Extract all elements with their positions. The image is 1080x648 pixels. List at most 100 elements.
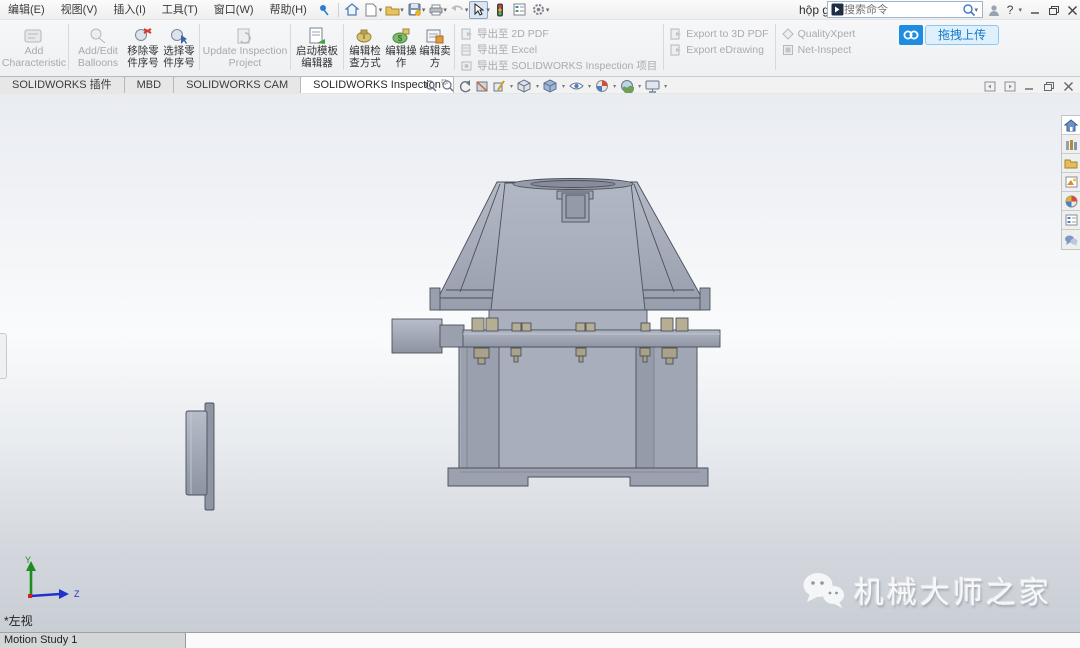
menu-tools[interactable]: 工具(T) — [154, 0, 206, 20]
menu-edit[interactable]: 编辑(E) — [0, 0, 53, 20]
edit-appearance-icon[interactable] — [595, 79, 609, 93]
gearbox-body[interactable] — [392, 179, 720, 487]
home-icon[interactable] — [343, 1, 362, 19]
doc-minimize-icon[interactable] — [1024, 81, 1035, 92]
tab-solidworks-addins[interactable]: SOLIDWORKS 插件 — [0, 76, 125, 93]
commandmanager-tab-bar: SOLIDWORKS 插件 MBD SOLIDWORKS CAM SOLIDWO… — [0, 77, 1080, 94]
chevron-down-icon[interactable]: ▾ — [613, 83, 616, 90]
menu-insert[interactable]: 插入(I) — [105, 0, 153, 20]
appearance-sphere-icon — [1065, 195, 1078, 208]
edit-operations-button[interactable]: $ 编辑操作 — [384, 23, 418, 69]
divider — [68, 24, 69, 70]
display-style-icon[interactable] — [543, 79, 558, 93]
chevron-down-icon[interactable]: ▾ — [638, 83, 641, 90]
restore-icon[interactable] — [1048, 5, 1060, 16]
edit-vendors-button[interactable]: 编辑卖方 — [418, 23, 452, 69]
command-search[interactable]: ▾ — [827, 1, 983, 18]
apply-scene-icon[interactable] — [620, 79, 634, 93]
export-3d-pdf-button: Export to 3D PDF — [670, 26, 768, 41]
watermark-text: 机械大师之家 — [854, 568, 1052, 612]
rebuild-traffic-light-icon[interactable] — [491, 1, 510, 19]
remove-balloons-button[interactable]: 移除零件序号 — [125, 23, 161, 69]
edit-inspection-methods-button[interactable]: 编辑检查方式 — [346, 23, 384, 69]
orientation-triad: Y Z — [14, 554, 84, 602]
chevron-down-icon[interactable]: ▾ — [536, 83, 539, 90]
chevron-down-icon[interactable]: ▾ — [588, 83, 591, 90]
template-editor-icon — [308, 25, 326, 45]
gearbox-model[interactable] — [0, 94, 1080, 632]
chevron-down-icon[interactable]: ▾ — [443, 6, 447, 14]
heads-up-toolbar: ▾ ▾ ▾ ▾ ▾ ▾ ▾ — [424, 78, 668, 94]
net-inspect-icon — [782, 44, 794, 56]
drag-upload-widget[interactable]: 拖拽上传 — [899, 25, 999, 45]
drag-upload-button[interactable]: 拖拽上传 — [925, 25, 999, 45]
tab-mbd[interactable]: MBD — [124, 76, 174, 93]
divider — [338, 3, 339, 17]
select-balloons-button[interactable]: 选择零件序号 — [161, 23, 197, 69]
chevron-down-icon[interactable]: ▾ — [664, 83, 667, 90]
motion-study-tab[interactable]: Motion Study 1 — [0, 633, 186, 648]
cloud-link-icon[interactable] — [899, 25, 923, 45]
export-2d-pdf-button: 导出至 2D PDF — [461, 26, 657, 41]
doc-restore-icon[interactable] — [1043, 81, 1055, 92]
divider — [663, 24, 664, 70]
folder-icon — [1064, 158, 1078, 169]
export-2d-pdf-icon — [461, 28, 473, 40]
view-orientation-label: *左视 — [4, 612, 33, 629]
menu-window[interactable]: 窗口(W) — [206, 0, 262, 20]
chevron-down-icon[interactable]: ▾ — [546, 6, 550, 14]
solidworks-forum-tab[interactable] — [1062, 230, 1080, 249]
chevron-down-icon[interactable]: ▾ — [422, 6, 426, 14]
close-icon[interactable] — [1067, 5, 1078, 16]
add-edit-balloons-icon — [88, 25, 108, 45]
hide-show-items-icon[interactable] — [569, 80, 584, 92]
view-orientation-icon[interactable] — [517, 79, 532, 93]
update-inspection-project-icon — [235, 25, 255, 45]
solidworks-resources-tab[interactable] — [1062, 116, 1080, 135]
divider — [199, 24, 200, 70]
design-library-tab[interactable] — [1062, 135, 1080, 154]
previous-view-icon[interactable] — [458, 79, 472, 93]
minimize-icon[interactable] — [1030, 5, 1041, 16]
zoom-fit-icon[interactable] — [424, 79, 438, 93]
chevron-down-icon[interactable]: ▾ — [379, 6, 383, 14]
chevron-down-icon[interactable]: ▾ — [465, 6, 469, 14]
zoom-area-icon[interactable] — [441, 79, 455, 93]
view-settings-icon[interactable] — [645, 80, 660, 93]
chevron-down-icon[interactable]: ▾ — [974, 6, 978, 14]
home-icon — [1064, 119, 1078, 132]
chevron-down-icon[interactable]: ▾ — [400, 6, 404, 14]
chat-bubbles-icon — [1064, 234, 1078, 246]
export-3d-pdf-icon — [670, 28, 682, 40]
help-button[interactable]: ? — [1007, 3, 1014, 17]
user-icon[interactable] — [988, 4, 1000, 16]
export-excel-button: 导出至 Excel — [461, 42, 657, 57]
pin-icon[interactable] — [315, 1, 334, 19]
chevron-down-icon[interactable]: ▾ — [1018, 6, 1022, 14]
annotation-view-icon[interactable] — [492, 79, 506, 93]
menu-help[interactable]: 帮助(H) — [262, 0, 315, 20]
tab-solidworks-cam[interactable]: SOLIDWORKS CAM — [173, 76, 301, 93]
chevron-down-icon[interactable]: ▾ — [510, 83, 513, 90]
launch-template-editor-button[interactable]: 启动模板编辑器 — [293, 23, 341, 69]
chevron-down-icon[interactable]: ▾ — [562, 83, 565, 90]
menu-view[interactable]: 视图(V) — [53, 0, 106, 20]
qualityxpert-button: QualityXpert — [782, 26, 856, 41]
qualityxpert-icon — [782, 28, 794, 40]
pane-left-icon[interactable] — [984, 81, 996, 92]
solidworks-window: 编辑(E) 视图(V) 插入(I) 工具(T) 窗口(W) 帮助(H) ▾ ▾ … — [0, 0, 1080, 648]
file-properties-icon[interactable] — [510, 1, 529, 19]
view-palette-tab[interactable] — [1062, 173, 1080, 192]
triad-z-label: Z — [74, 589, 80, 599]
appearances-scenes-tab[interactable] — [1062, 192, 1080, 211]
graphics-area[interactable]: Y Z *左视 机械大师之家 — [0, 94, 1080, 632]
file-explorer-tab[interactable] — [1062, 154, 1080, 173]
doc-close-icon[interactable] — [1063, 81, 1074, 92]
custom-properties-tab[interactable] — [1062, 211, 1080, 230]
flange-cover-part[interactable] — [186, 403, 214, 510]
featuremanager-collapsed-handle[interactable] — [0, 333, 7, 379]
pane-right-icon[interactable] — [1004, 81, 1016, 92]
chevron-down-icon[interactable]: ▾ — [486, 6, 490, 14]
search-input[interactable] — [844, 4, 962, 16]
section-view-icon[interactable] — [475, 79, 489, 93]
